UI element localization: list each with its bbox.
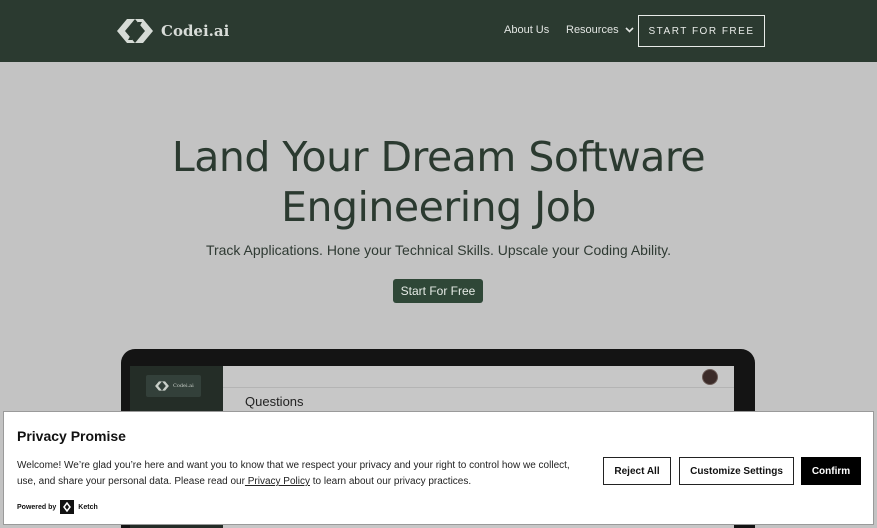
avatar [702, 369, 718, 385]
powered-by: Powered by Ketch [17, 500, 98, 514]
hero-title: Land Your Dream Software Engineering Job [150, 132, 727, 232]
preview-logo: Codei.ai [146, 375, 201, 397]
vendor-name: Ketch [78, 503, 98, 511]
brand-name: Codei.ai [161, 22, 230, 40]
powered-by-label: Powered by [17, 503, 57, 511]
hero-title-line-2: Engineering Job [281, 183, 596, 231]
brand-logo[interactable]: Codei.ai [117, 18, 229, 44]
confirm-button[interactable]: Confirm [801, 457, 861, 485]
customize-settings-button[interactable]: Customize Settings [679, 457, 794, 485]
start-for-free-hero-button[interactable]: Start For Free [393, 279, 483, 303]
nav-resources[interactable]: Resources [566, 24, 634, 36]
banner-title: Privacy Promise [17, 428, 126, 444]
hero-title-line-1: Land Your Dream Software [171, 133, 706, 181]
chevron-down-icon [625, 27, 634, 33]
site-header: Codei.ai About Us Resources START FOR FR… [0, 0, 877, 62]
preview-topbar [223, 366, 734, 388]
ketch-logo-icon [60, 500, 75, 514]
reject-all-button[interactable]: Reject All [603, 457, 671, 485]
nav-about-us[interactable]: About Us [504, 24, 549, 36]
preview-heading: Questions [245, 394, 304, 409]
privacy-policy-link[interactable]: Privacy Policy [245, 476, 310, 487]
preview-brand-name: Codei.ai [173, 383, 194, 389]
start-for-free-header-button[interactable]: START FOR FREE [638, 15, 765, 47]
banner-message: Welcome! We’re glad you’re here and want… [17, 458, 577, 490]
logo-icon [117, 19, 153, 43]
logo-icon [155, 381, 169, 391]
banner-text-after: to learn about our privacy practices. [309, 476, 472, 487]
hero-subtitle: Track Applications. Hone your Technical … [205, 242, 672, 258]
privacy-consent-banner: Privacy Promise Welcome! We’re glad you’… [3, 411, 874, 525]
nav-resources-label: Resources [566, 24, 619, 36]
